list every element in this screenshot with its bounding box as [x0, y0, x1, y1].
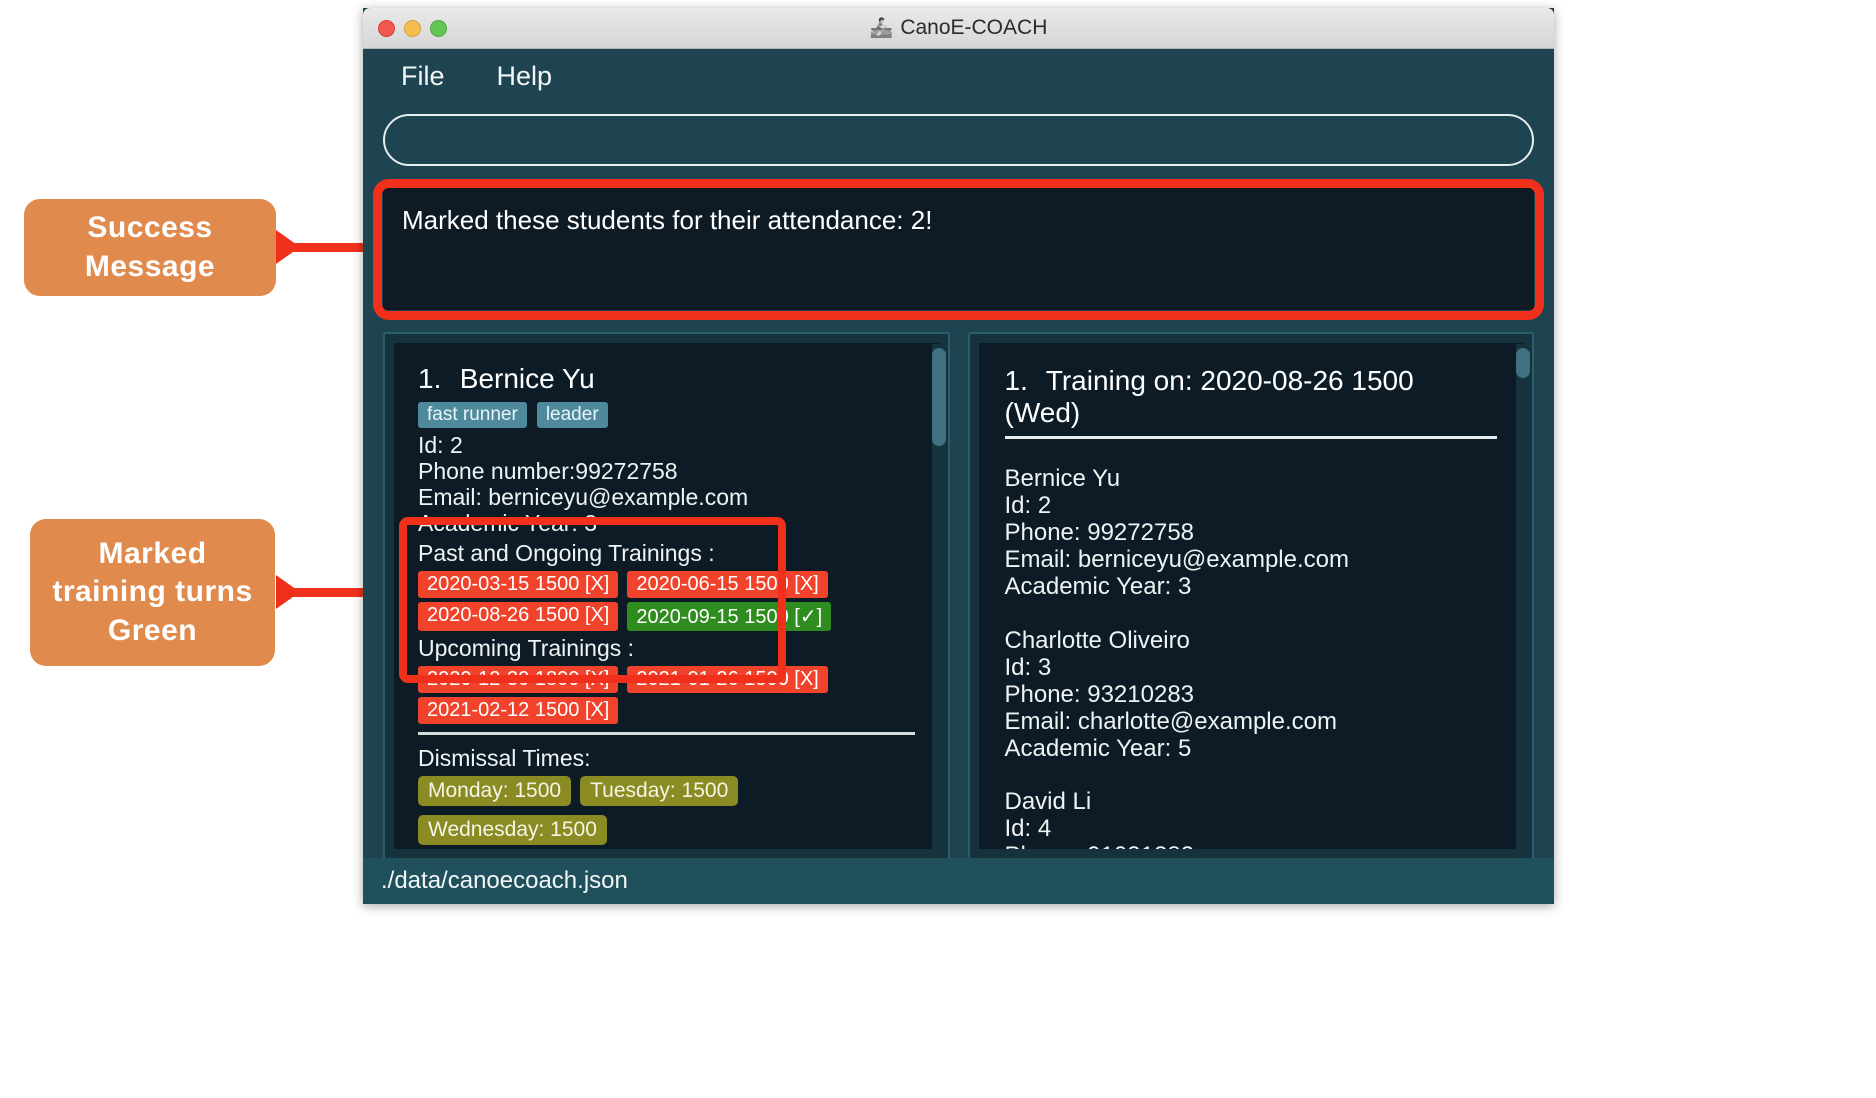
- attendee-phone: Phone: 99272758: [1004, 519, 1195, 547]
- training-index: 1.: [1004, 365, 1028, 396]
- student-email: Email: berniceyu@example.com: [418, 483, 749, 510]
- menu-file[interactable]: File: [389, 58, 457, 95]
- training-title: Training on: 2020-08-26 1500 (Wed): [1004, 365, 1414, 428]
- upcoming-trainings-list-2: 2021-02-12 1500 [X]: [418, 696, 915, 724]
- callout-marked-training: Marked training turns Green: [30, 519, 275, 666]
- student-tag[interactable]: leader: [536, 402, 608, 428]
- student-card[interactable]: 1. Bernice Yu fast runner leader Id: 2 P…: [394, 343, 939, 849]
- callout-success-label: Success Message: [84, 211, 216, 283]
- main-panels: 1. Bernice Yu fast runner leader Id: 2 P…: [379, 332, 1538, 860]
- window-titlebar: 🚣 CanoE-COACH: [363, 8, 1554, 49]
- training-chip[interactable]: 2020-03-15 1500 [X]: [418, 570, 619, 598]
- attendee-email: Email: charlotte@example.com: [1004, 707, 1337, 735]
- window-title-text: CanoE-COACH: [900, 16, 1048, 39]
- scrollbar-thumb[interactable]: [931, 348, 946, 446]
- attendee-entry: Charlotte Oliveiro Id: 3 Phone: 93210283…: [1005, 627, 1498, 763]
- past-trainings-list: 2020-03-15 1500 [X] 2020-06-15 1500 [X]: [418, 570, 915, 598]
- student-list-panel: 1. Bernice Yu fast runner leader Id: 2 P…: [383, 332, 950, 860]
- attendee-phone: Phone: 93210283: [1004, 680, 1195, 708]
- callout-success-message: Success Message: [24, 199, 276, 296]
- student-id: Id: 2: [418, 432, 463, 458]
- window-title: 🚣 CanoE-COACH: [363, 16, 1554, 40]
- training-detail-scroll[interactable]: 1. Training on: 2020-08-26 1500 (Wed) Be…: [978, 343, 1524, 849]
- result-area: Marked these students for their attendan…: [373, 179, 1544, 320]
- attendee-email: Email: berniceyu@example.com: [1004, 546, 1350, 574]
- attendee-id: Id: 2: [1004, 492, 1052, 520]
- menu-help[interactable]: Help: [485, 58, 565, 95]
- student-name-row: 1. Bernice Yu: [418, 363, 915, 395]
- attendee-name: Charlotte Oliveiro: [1004, 626, 1190, 654]
- dismissal-times-row-1: Monday: 1500 Tuesday: 1500 Wednesday: 15…: [418, 775, 915, 845]
- training-chip-marked[interactable]: 2020-09-15 1500 [✓]: [627, 601, 832, 631]
- student-name: Bernice Yu: [459, 363, 595, 394]
- section-divider: [418, 731, 915, 735]
- result-display: Marked these students for their attendan…: [383, 188, 1534, 310]
- student-tags: fast runner leader: [418, 402, 915, 428]
- training-detail-panel: 1. Training on: 2020-08-26 1500 (Wed) Be…: [967, 332, 1534, 860]
- student-list-scrollbar[interactable]: [931, 344, 946, 858]
- attendee-entry: Bernice Yu Id: 2 Phone: 99272758 Email: …: [1005, 465, 1498, 601]
- callout-marked-label: Marked training turns Green: [52, 536, 253, 647]
- canoe-icon: 🚣: [869, 18, 894, 39]
- training-chip[interactable]: 2020-08-26 1500 [X]: [418, 601, 619, 631]
- training-detail-scrollbar[interactable]: [1516, 344, 1530, 858]
- upcoming-trainings-list: 2020-12-30 1800 [X] 2021-01-26 1500 [X]: [418, 665, 915, 693]
- dismissal-times-label: Dismissal Times:: [418, 744, 591, 771]
- window-content: Marked these students for their attendan…: [363, 104, 1554, 860]
- attendee-entry: David Li Id: 4 Phone: 91031282 Email: li…: [1005, 788, 1498, 849]
- attendee-name: David Li: [1004, 788, 1092, 816]
- student-list-scroll[interactable]: 1. Bernice Yu fast runner leader Id: 2 P…: [394, 343, 939, 849]
- training-chip[interactable]: 2020-06-15 1500 [X]: [627, 570, 828, 598]
- menu-bar: File Help: [363, 49, 1554, 104]
- attendee-name: Bernice Yu: [1004, 465, 1121, 492]
- student-academic-year: Academic Year: 3: [418, 509, 598, 536]
- attendee-phone: Phone: 91031282: [1005, 842, 1498, 849]
- scrollbar-thumb[interactable]: [1516, 348, 1530, 378]
- training-chip[interactable]: 2021-01-26 1500 [X]: [627, 665, 828, 693]
- dismissal-chip[interactable]: Wednesday: 1500: [418, 814, 607, 845]
- command-row: [379, 104, 1538, 166]
- attendee-year: Academic Year: 3: [1004, 573, 1192, 601]
- attendee-id: Id: 4: [1004, 815, 1052, 843]
- upcoming-trainings-label: Upcoming Trainings :: [418, 634, 635, 661]
- attendee-id: Id: 3: [1004, 653, 1052, 681]
- student-tag[interactable]: fast runner: [418, 402, 527, 428]
- app-window: 🚣 CanoE-COACH File Help Marked these stu…: [363, 8, 1554, 904]
- status-file-path: ./data/canoecoach.json: [381, 867, 628, 894]
- arrow-success-head: [276, 230, 300, 264]
- result-message: Marked these students for their attendan…: [402, 205, 933, 235]
- training-card[interactable]: 1. Training on: 2020-08-26 1500 (Wed) Be…: [979, 343, 1524, 849]
- past-trainings-list-2: 2020-08-26 1500 [X] 2020-09-15 1500 [✓]: [418, 601, 915, 631]
- dismissal-chip[interactable]: Tuesday: 1500: [580, 775, 739, 806]
- student-phone: Phone number:99272758: [418, 457, 678, 484]
- command-input[interactable]: [383, 114, 1534, 166]
- arrow-marked-head: [276, 575, 300, 609]
- training-chip[interactable]: 2021-02-12 1500 [X]: [418, 696, 619, 724]
- past-trainings-label: Past and Ongoing Trainings :: [418, 539, 715, 566]
- status-bar: ./data/canoecoach.json: [363, 858, 1554, 904]
- training-chip[interactable]: 2020-12-30 1800 [X]: [418, 665, 619, 693]
- attendee-year: Academic Year: 5: [1004, 734, 1192, 762]
- training-title-row: 1. Training on: 2020-08-26 1500 (Wed): [1004, 365, 1497, 439]
- dismissal-chip[interactable]: Monday: 1500: [418, 775, 572, 806]
- student-index: 1.: [418, 363, 442, 394]
